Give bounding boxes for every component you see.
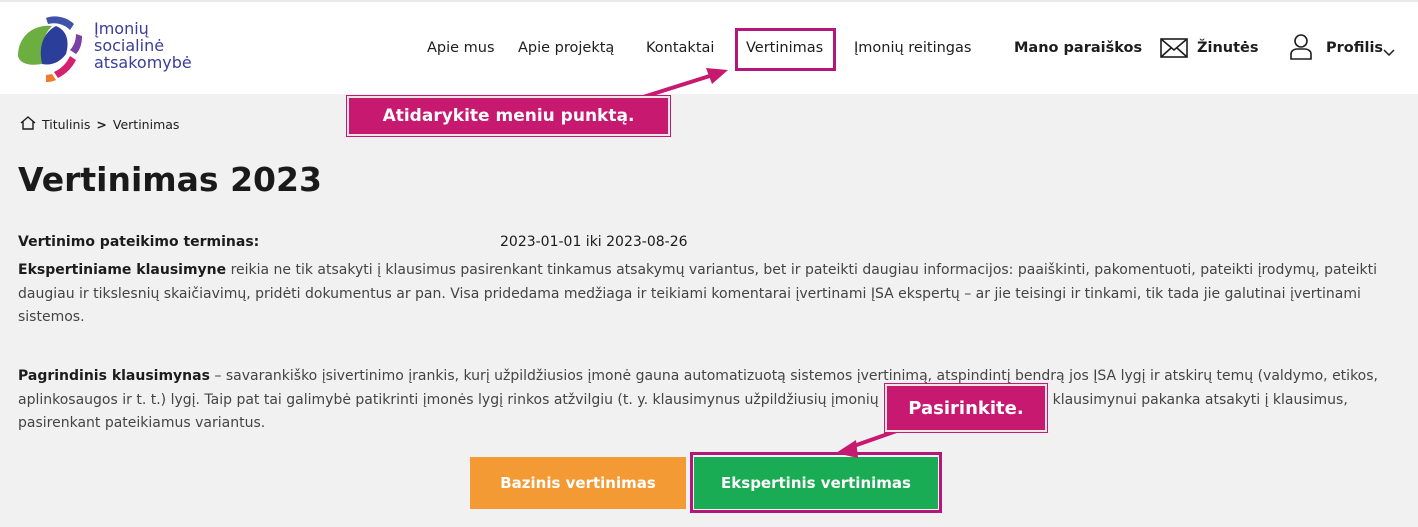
logo-line-1: Įmonių xyxy=(94,19,149,38)
basic-description-text: – savarankiško įsivertinimo įrankis, kur… xyxy=(18,368,1378,431)
breadcrumb-current: Vertinimas xyxy=(112,117,180,132)
breadcrumb: Titulinis > Vertinimas xyxy=(20,116,179,133)
envelope-icon[interactable] xyxy=(1160,38,1188,62)
home-icon[interactable] xyxy=(20,116,36,133)
logo-mark-icon xyxy=(18,16,82,82)
breadcrumb-separator: > xyxy=(96,117,107,132)
basic-description-bold: Pagrindinis klausimynas xyxy=(18,368,210,384)
callout-open-menu: Atidarykite meniu punktą. xyxy=(347,96,670,136)
nav-kontaktai[interactable]: Kontaktai xyxy=(646,40,714,56)
chevron-down-icon[interactable] xyxy=(1383,42,1395,61)
nav-mano-paraiskos[interactable]: Mano paraiškos xyxy=(1014,40,1142,56)
expert-description-bold: Ekspertiniame klausimyne xyxy=(18,262,227,278)
expert-button-highlight xyxy=(690,452,942,513)
logo-line-3: atsakomybė xyxy=(94,53,192,72)
nav-apie-mus[interactable]: Apie mus xyxy=(427,40,495,56)
logo-text: Įmonių socialinė atsakomybė xyxy=(94,20,192,71)
nav-imoniu-reitingas[interactable]: Įmonių reitingas xyxy=(854,40,971,56)
basic-description: Pagrindinis klausimynas – savarankiško į… xyxy=(18,365,1403,436)
site-logo[interactable]: Įmonių socialinė atsakomybė xyxy=(16,12,216,84)
basic-assessment-button[interactable]: Bazinis vertinimas xyxy=(470,457,686,509)
logo-line-2: socialinė xyxy=(94,36,165,55)
callout-choose: Pasirinkite. xyxy=(885,384,1047,432)
term-value: 2023-01-01 iki 2023-08-26 xyxy=(500,234,688,250)
nav-apie-projekta[interactable]: Apie projektą xyxy=(518,40,614,56)
site-header: Įmonių socialinė atsakomybė Apie mus Api… xyxy=(0,0,1418,94)
nav-vertinimas-highlight xyxy=(735,28,836,71)
breadcrumb-home[interactable]: Titulinis xyxy=(42,117,90,132)
nav-zinutes[interactable]: Žinutės xyxy=(1197,40,1259,56)
term-label: Vertinimo pateikimo terminas: xyxy=(18,234,260,250)
header-top-border xyxy=(0,0,1418,2)
nav-profilis[interactable]: Profilis xyxy=(1326,40,1383,56)
expert-description: Ekspertiniame klausimyne reikia ne tik a… xyxy=(18,259,1403,330)
user-icon[interactable] xyxy=(1290,34,1312,64)
page-title: Vertinimas 2023 xyxy=(18,160,322,199)
